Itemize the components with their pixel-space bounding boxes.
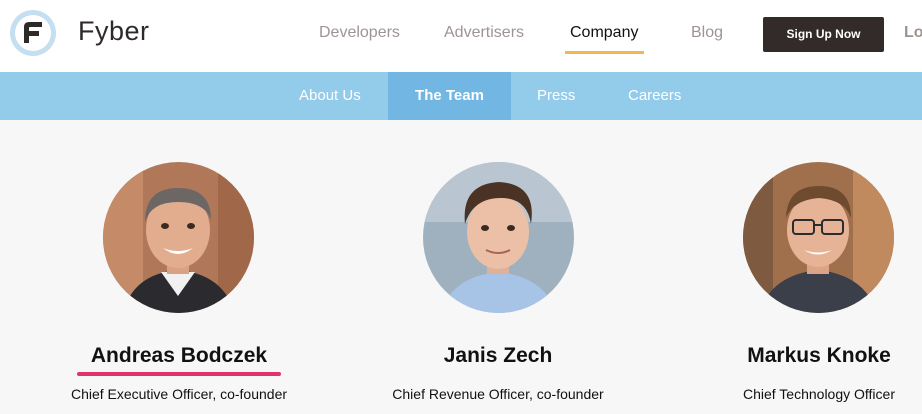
team-photo-janis[interactable] [423, 162, 574, 313]
subnav-press[interactable]: Press [537, 72, 575, 120]
subnav-about-us[interactable]: About Us [299, 72, 361, 120]
team-photo-andreas[interactable] [103, 162, 254, 313]
team-name-andreas[interactable]: Andreas Bodczek [78, 344, 280, 368]
top-header: Fyber Developers Advertisers Company Blo… [0, 0, 922, 72]
team-role-andreas: Chief Executive Officer, co-founder [70, 386, 288, 402]
nav-company[interactable]: Company [570, 24, 638, 42]
team-role-markus: Chief Technology Officer [742, 386, 895, 402]
name-highlight-underline [77, 372, 281, 376]
nav-blog[interactable]: Blog [691, 24, 723, 42]
fyber-logo-icon[interactable] [10, 10, 56, 56]
company-subnav: About Us The Team Press Careers [0, 72, 922, 120]
nav-active-underline [565, 51, 644, 54]
subnav-the-team[interactable]: The Team [388, 72, 511, 120]
team-name-markus[interactable]: Markus Knoke [718, 344, 920, 368]
sign-up-button[interactable]: Sign Up Now [763, 17, 884, 52]
team-section: Andreas Bodczek Chief Executive Officer,… [0, 120, 922, 414]
nav-developers[interactable]: Developers [319, 24, 400, 42]
team-name-janis[interactable]: Janis Zech [398, 344, 598, 368]
subnav-careers[interactable]: Careers [628, 72, 681, 120]
login-link[interactable]: Lo [904, 24, 922, 42]
brand-name[interactable]: Fyber [78, 16, 150, 47]
team-role-janis: Chief Revenue Officer, co-founder [392, 386, 604, 402]
nav-advertisers[interactable]: Advertisers [444, 24, 524, 42]
team-photo-markus[interactable] [743, 162, 894, 313]
